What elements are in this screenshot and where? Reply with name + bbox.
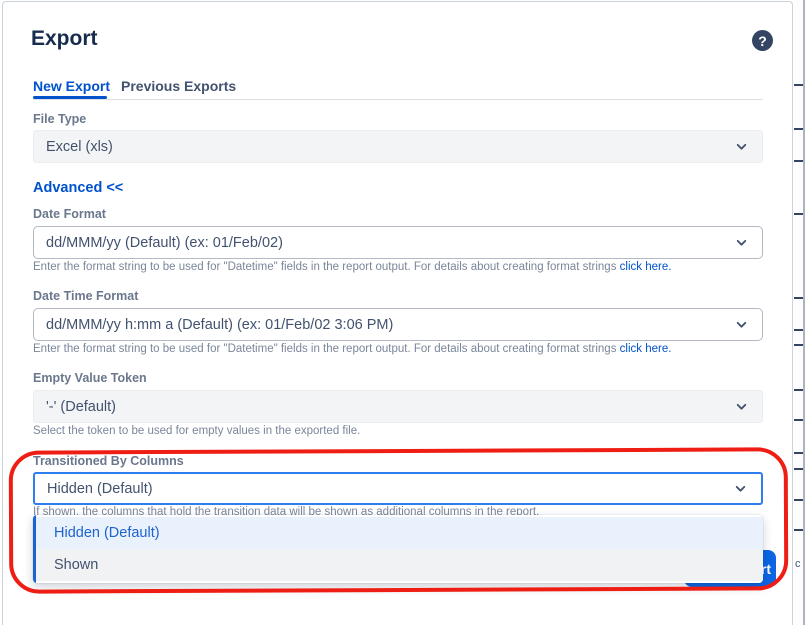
helper-text: Enter the format string to be used for "… [33,261,620,273]
empty-value-token-value: '-' (Default) [46,399,116,415]
chevron-down-icon [735,140,748,153]
tab-new-export[interactable]: New Export [33,78,110,94]
chevron-down-icon [735,400,748,413]
chevron-down-icon [735,236,748,249]
help-icon[interactable]: ? [752,30,773,51]
transitioned-by-columns-label: Transitioned By Columns [33,454,184,468]
file-type-value: Excel (xls) [46,139,113,155]
tab-previous-exports[interactable]: Previous Exports [121,78,236,94]
file-type-label: File Type [33,112,86,126]
click-here-link[interactable]: click here. [620,343,672,355]
date-time-format-select[interactable]: dd/MMM/yy h:mm a (Default) (ex: 01/Feb/0… [33,308,763,341]
date-format-value: dd/MMM/yy (Default) (ex: 01/Feb/02) [46,235,283,251]
empty-value-token-helper: Select the token to be used for empty va… [33,425,360,437]
dropdown-option-shown[interactable]: Shown [33,549,763,581]
chevron-down-icon [734,482,747,495]
date-time-format-value: dd/MMM/yy h:mm a (Default) (ex: 01/Feb/0… [46,317,393,333]
helper-text: Enter the format string to be used for "… [33,343,620,355]
screenshot-root: c Export ? New Export Previous Exports F… [0,0,805,625]
background-text-fragment: c [795,558,801,570]
click-here-link[interactable]: click here. [620,261,672,273]
tabs-divider [33,99,763,100]
transitioned-by-columns-dropdown: Hidden (Default) Shown [33,515,763,583]
transitioned-by-columns-select[interactable]: Hidden (Default) [33,472,763,505]
chevron-down-icon [735,318,748,331]
date-format-helper: Enter the format string to be used for "… [33,261,671,273]
empty-value-token-select[interactable]: '-' (Default) [33,390,763,423]
dropdown-option-hidden[interactable]: Hidden (Default) [33,517,763,549]
transitioned-by-columns-value: Hidden (Default) [47,481,153,497]
dropdown-focus-bar [33,515,36,583]
date-format-select[interactable]: dd/MMM/yy (Default) (ex: 01/Feb/02) [33,226,763,259]
date-time-format-label: Date Time Format [33,289,138,303]
date-format-label: Date Format [33,207,106,221]
dialog-title: Export [31,27,98,51]
advanced-toggle-link[interactable]: Advanced << [33,180,123,196]
date-time-format-helper: Enter the format string to be used for "… [33,343,671,355]
empty-value-token-label: Empty Value Token [33,371,147,385]
file-type-select[interactable]: Excel (xls) [33,130,763,163]
